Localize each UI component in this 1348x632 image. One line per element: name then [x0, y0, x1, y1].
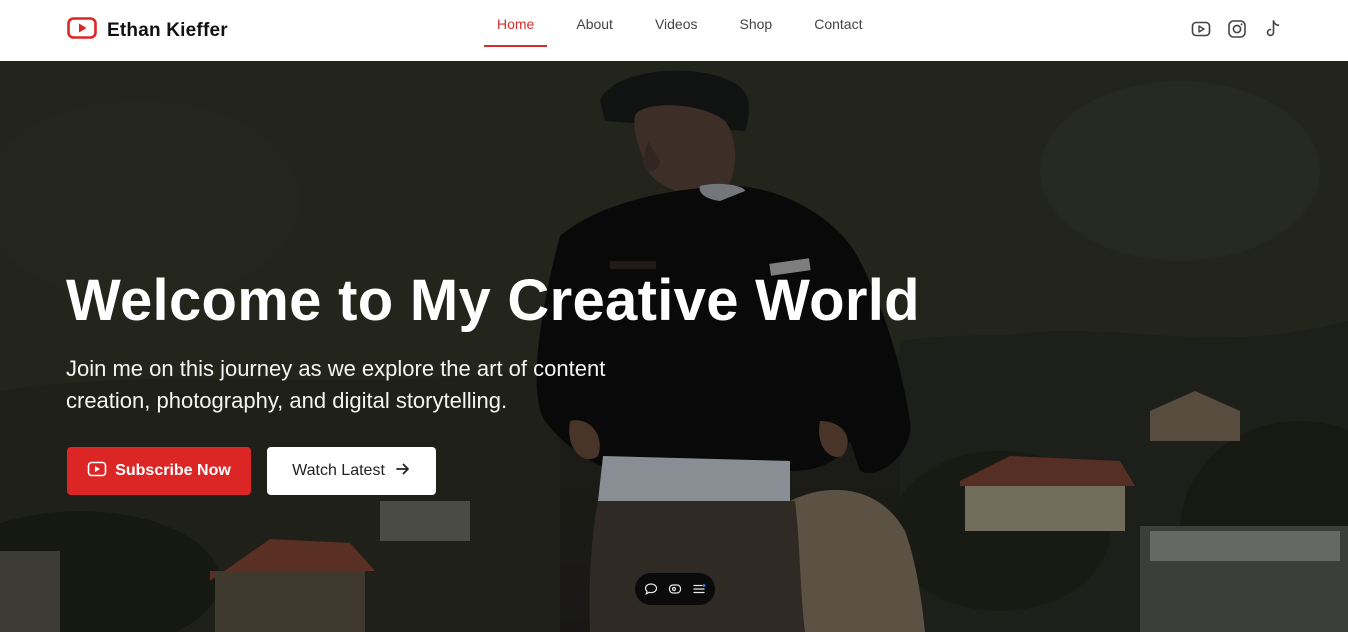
tiktok-icon[interactable]	[1262, 18, 1284, 40]
site-header: Ethan Kieffer Home About Videos Shop Con…	[0, 0, 1348, 61]
nav-home[interactable]: Home	[484, 0, 548, 47]
brand[interactable]: Ethan Kieffer	[67, 16, 228, 45]
youtube-icon	[87, 461, 107, 482]
menu-icon[interactable]	[692, 582, 706, 596]
social-links	[1190, 18, 1284, 40]
subscribe-button-label: Subscribe Now	[115, 462, 231, 479]
youtube-icon	[67, 16, 97, 45]
chat-icon[interactable]	[644, 582, 658, 596]
hero-title: Welcome to My Creative World	[66, 268, 920, 333]
nav-contact[interactable]: Contact	[801, 0, 875, 47]
hero-overlay	[0, 61, 1348, 632]
eye-icon[interactable]	[668, 582, 682, 596]
nav-about[interactable]: About	[563, 0, 626, 47]
instagram-icon[interactable]	[1226, 18, 1248, 40]
hero-subtitle: Join me on this journey as we explore th…	[66, 356, 606, 413]
hero-section: Welcome to My Creative World Join me on …	[0, 61, 1348, 632]
watch-latest-button-label: Watch Latest	[292, 462, 385, 479]
subscribe-button[interactable]: Subscribe Now	[67, 447, 251, 495]
floating-toolbar	[634, 572, 716, 606]
nav-shop[interactable]: Shop	[727, 0, 786, 47]
nav-videos[interactable]: Videos	[642, 0, 711, 47]
youtube-icon[interactable]	[1190, 18, 1212, 40]
main-nav: Home About Videos Shop Contact	[484, 0, 891, 61]
brand-name: Ethan Kieffer	[107, 19, 228, 41]
watch-latest-button[interactable]: Watch Latest	[267, 447, 436, 495]
arrow-right-icon	[395, 461, 411, 482]
